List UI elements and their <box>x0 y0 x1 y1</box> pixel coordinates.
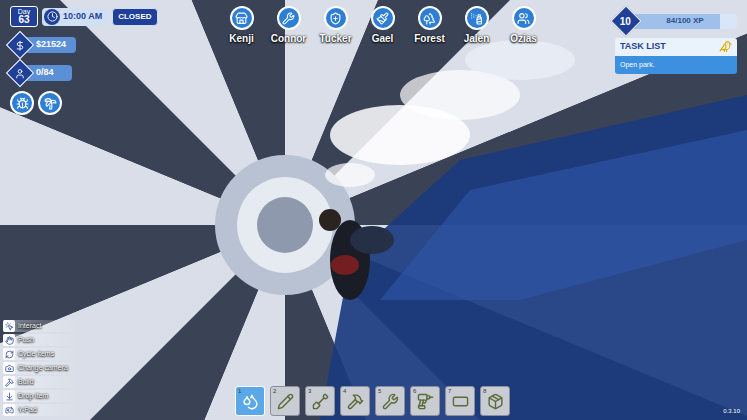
staff-icon <box>371 6 395 30</box>
hud: Day6310:00 AMCLOSED $21524 0/84 KenjiConnor… <box>0 0 747 420</box>
control-hints: Interact Push Cycle items Change camera Buil… <box>3 320 235 416</box>
staff-bar: KenjiConnorTuckerGaelForestJalenOzias <box>218 6 615 115</box>
control-hint: Y-Pad <box>3 404 81 416</box>
staff-member[interactable]: Tucker <box>312 6 359 46</box>
staff-member[interactable]: Gael <box>359 6 406 46</box>
staff-icon <box>230 6 254 30</box>
duck-icon <box>719 40 732 53</box>
control-hint: Build <box>3 376 81 388</box>
hotbar-slot[interactable]: 6 <box>410 386 440 416</box>
staff-icon <box>277 6 301 30</box>
park-status-panel: Day6310:00 AMCLOSED $21524 0/84 <box>10 6 210 115</box>
bottom-bar: Interact Push Cycle items Change camera Buil… <box>0 320 747 420</box>
staff-member[interactable]: Jalen <box>453 6 500 46</box>
task-item: Open park. <box>615 56 737 75</box>
staff-icon <box>324 6 348 30</box>
staff-icon <box>465 6 489 30</box>
control-hint: Push <box>3 334 81 346</box>
staff-member[interactable]: Kenji <box>218 6 265 46</box>
control-hint: Drop item <box>3 390 81 402</box>
level-row: 1084/100 XP <box>615 10 737 32</box>
key-icon <box>3 334 15 346</box>
game-screen: Day6310:00 AMCLOSED $21524 0/84 KenjiConnor… <box>0 0 747 420</box>
money-row: $21524 <box>10 35 210 55</box>
hotbar-slot[interactable]: 2 <box>270 386 300 416</box>
park-status[interactable]: CLOSED <box>112 8 157 26</box>
bug-icon[interactable] <box>10 91 34 115</box>
quick-buttons <box>10 91 210 115</box>
hotbar-slot[interactable]: 4 <box>340 386 370 416</box>
xp-bar: 84/100 XP <box>633 14 737 29</box>
hotbar-slot[interactable]: 8 <box>480 386 510 416</box>
key-icon <box>3 320 15 332</box>
control-hint: Interact <box>3 320 81 332</box>
staff-member[interactable]: Connor <box>265 6 312 46</box>
hotbar: 12345678 <box>235 386 510 416</box>
control-hint: Change camera <box>3 362 81 374</box>
money-icon <box>6 31 34 59</box>
palm-tree-icon[interactable] <box>38 91 62 115</box>
staff-member[interactable]: Ozias <box>500 6 547 46</box>
key-icon <box>3 390 15 402</box>
guest-icon <box>6 59 34 87</box>
control-hint: Cycle items <box>3 348 81 360</box>
task-list: TASK LISTOpen park. <box>615 38 737 74</box>
hotbar-slot[interactable]: 7 <box>445 386 475 416</box>
version-label: 0.3.10 <box>723 407 740 416</box>
clock-icon <box>44 9 60 25</box>
level-badge: 10 <box>610 5 641 36</box>
key-icon <box>3 376 15 388</box>
key-icon <box>3 404 15 416</box>
staff-member[interactable]: Forest <box>406 6 453 46</box>
key-icon <box>3 362 15 374</box>
key-icon <box>3 348 15 360</box>
day-badge: Day63 <box>10 6 38 27</box>
hotbar-slot[interactable]: 3 <box>305 386 335 416</box>
hotbar-slot[interactable]: 1 <box>235 386 265 416</box>
time-row: Day6310:00 AMCLOSED <box>10 6 210 27</box>
hotbar-slot[interactable]: 5 <box>375 386 405 416</box>
guests-row: 0/84 <box>10 63 210 83</box>
staff-icon <box>512 6 536 30</box>
time-pill: 10:00 AM <box>42 8 108 26</box>
staff-icon <box>418 6 442 30</box>
progress-panel: 1084/100 XP TASK LISTOpen park. <box>615 6 737 115</box>
top-bar: Day6310:00 AMCLOSED $21524 0/84 KenjiConnor… <box>0 0 747 115</box>
